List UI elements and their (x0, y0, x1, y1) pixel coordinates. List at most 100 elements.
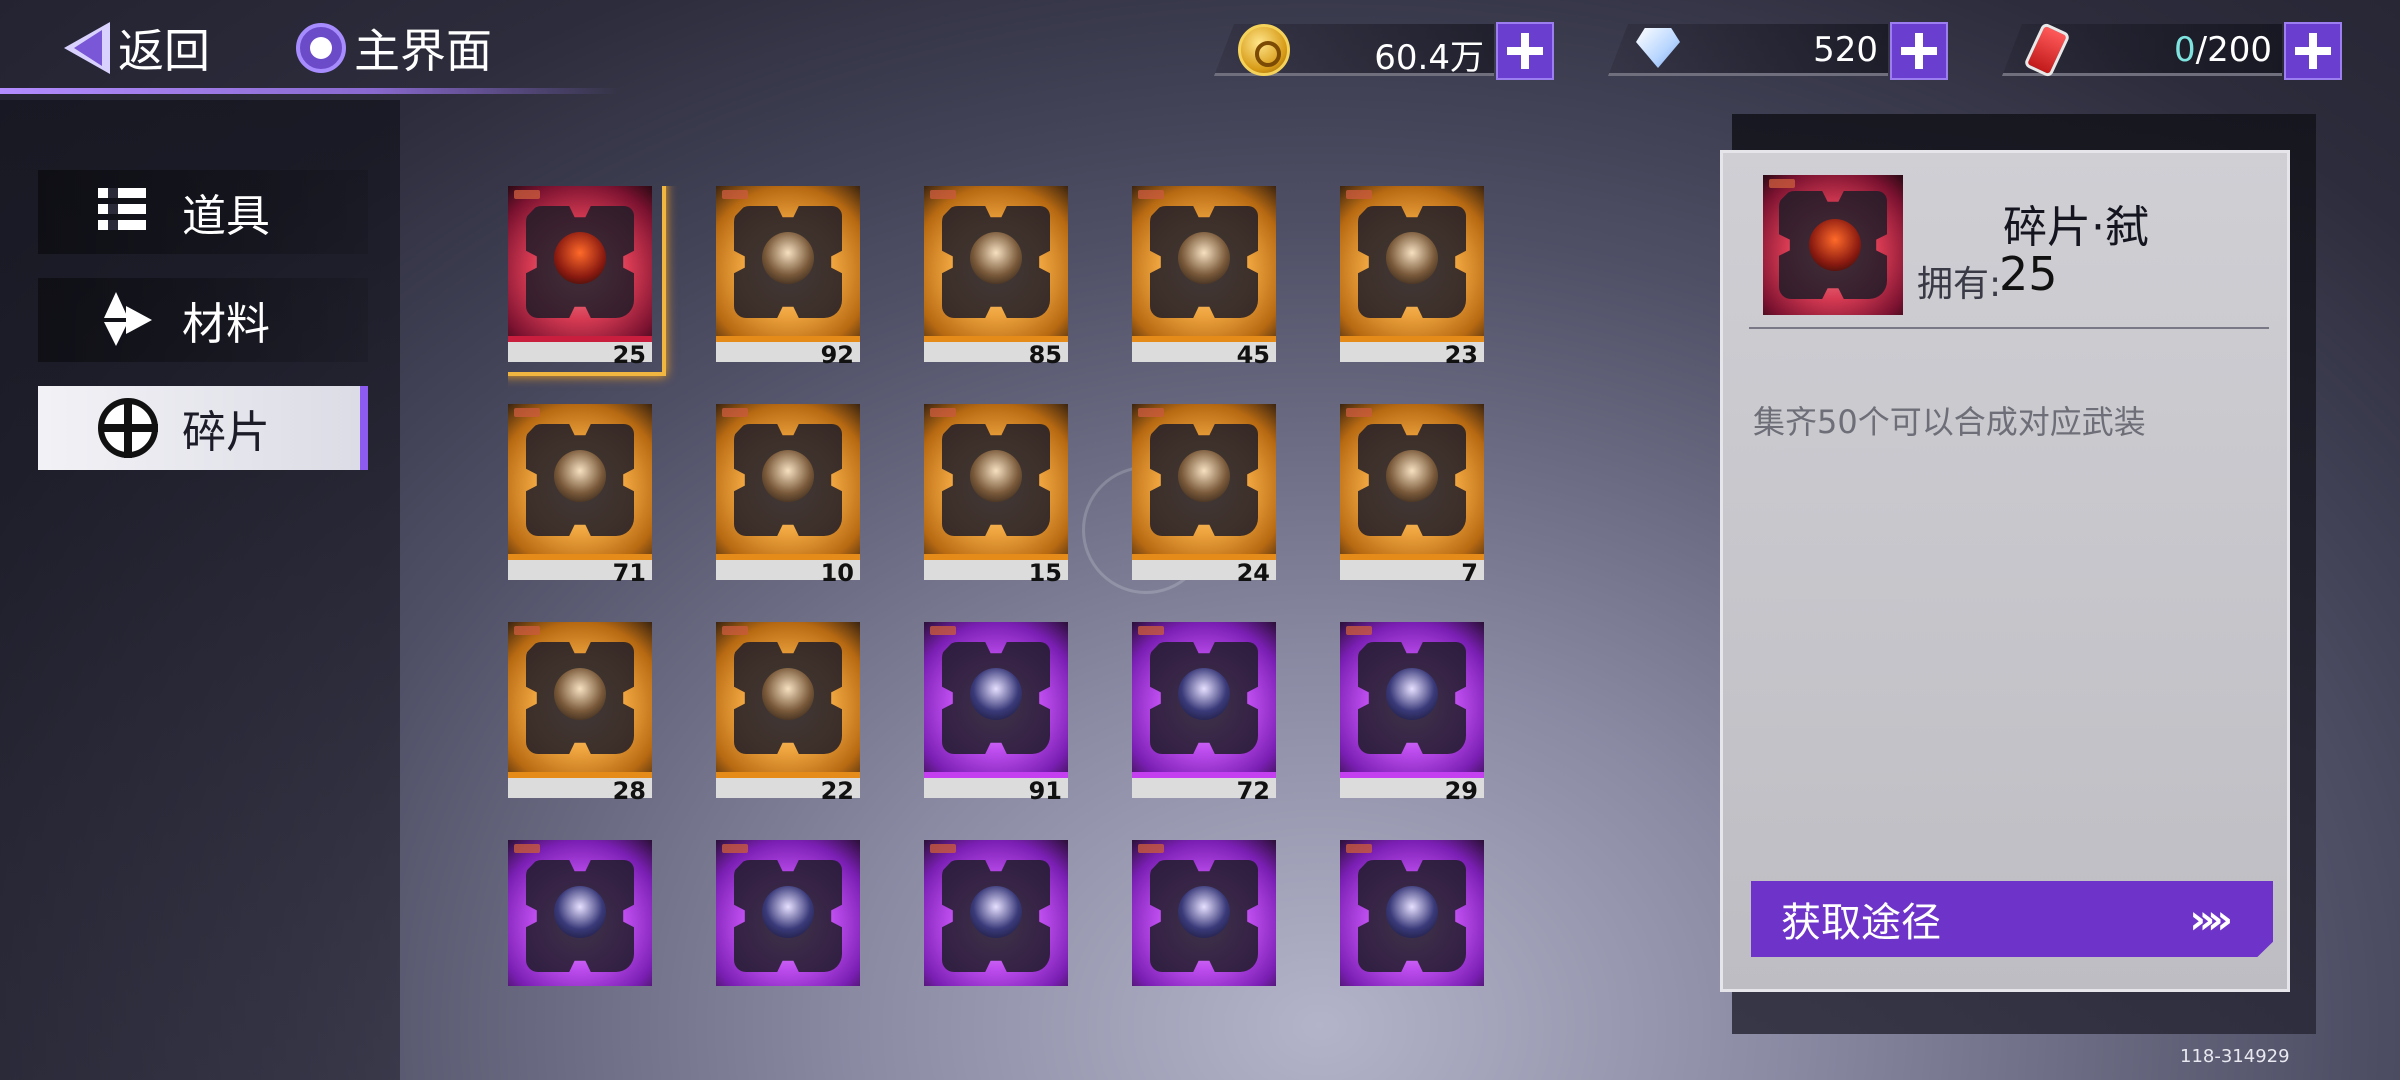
fragment-count: 10 (716, 554, 860, 586)
fragment-image (716, 840, 860, 986)
fragment-image (924, 622, 1068, 774)
fragment-image (924, 840, 1068, 986)
fragment-tag (722, 408, 748, 417)
fragment-tag (1138, 190, 1164, 199)
fragment-tag (514, 190, 540, 199)
character-portrait (762, 232, 814, 284)
fragment-image (924, 186, 1068, 338)
energy-max: /200 (2195, 30, 2272, 70)
back-arrow-icon (64, 22, 110, 74)
triple-chevron-right-icon: »» (2189, 897, 2233, 943)
back-button[interactable]: 返回 (64, 16, 210, 80)
fragment-count: 45 (1132, 336, 1276, 368)
fragment-tag (514, 844, 540, 853)
fragment-card[interactable]: 15 (924, 404, 1068, 586)
fragment-card[interactable]: 92 (716, 186, 860, 368)
fragment-card[interactable]: 45 (1132, 186, 1276, 368)
fragment-card[interactable] (924, 840, 1068, 986)
acquire-path-label: 获取途径 (1781, 900, 1941, 946)
owned-value: 25 (1999, 247, 2058, 301)
detail-title: 碎片·弑 (2003, 202, 2149, 253)
top-bar: 返回 主界面 60.4万 520 0/200 (0, 0, 2400, 100)
character-portrait (1386, 668, 1438, 720)
detail-description: 集齐50个可以合成对应武装 (1753, 403, 2146, 441)
fragment-card[interactable]: 22 (716, 622, 860, 804)
fragment-count: 29 (1340, 772, 1484, 804)
fragment-image (508, 840, 652, 986)
tab-items[interactable]: 道具 (38, 170, 368, 254)
fragment-count: 85 (924, 336, 1068, 368)
diamond-currency: 520 (1608, 18, 1948, 80)
fragment-image (508, 404, 652, 556)
fragment-image (1132, 186, 1276, 338)
fragment-tag (722, 844, 748, 853)
fragment-card[interactable] (716, 840, 860, 986)
fragment-card[interactable] (508, 840, 652, 986)
fragment-card[interactable] (1132, 840, 1276, 986)
fragment-card[interactable]: 10 (716, 404, 860, 586)
fragment-tag (514, 408, 540, 417)
detail-fragment-thumbnail (1763, 175, 1903, 315)
fragment-grid: 25 92 85 45 23 71 10 15 24 7 28 22 91 72 29 (508, 186, 1488, 986)
fragment-tag (930, 844, 956, 853)
fragment-count: 25 (508, 336, 652, 368)
character-portrait (1386, 450, 1438, 502)
fragment-card[interactable]: 25 (508, 186, 666, 376)
fragment-count: 15 (924, 554, 1068, 586)
fragment-image (1340, 840, 1484, 986)
fragment-tag (1346, 190, 1372, 199)
diamond-value: 520 (1813, 30, 1878, 70)
fragment-tag (930, 626, 956, 635)
character-portrait (554, 886, 606, 938)
character-portrait (1386, 232, 1438, 284)
fragment-card[interactable]: 91 (924, 622, 1068, 804)
detail-panel: 碎片·弑 拥有: 25 集齐50个可以合成对应武装 获取途径 »» (1720, 150, 2290, 992)
fragment-card[interactable]: 23 (1340, 186, 1484, 368)
fragment-image (1132, 840, 1276, 986)
fragment-card[interactable]: 24 (1132, 404, 1276, 586)
tab-materials[interactable]: 材料 (38, 278, 368, 362)
character-portrait (1178, 450, 1230, 502)
fragment-card[interactable]: 71 (508, 404, 652, 586)
home-icon (296, 23, 346, 73)
fragment-image (1132, 404, 1276, 556)
character-portrait (554, 450, 606, 502)
fragment-tag (1346, 626, 1372, 635)
tab-fragments[interactable]: 碎片 (38, 386, 368, 470)
acquire-path-button[interactable]: 获取途径 »» (1751, 881, 2273, 957)
gold-currency: 60.4万 (1214, 18, 1554, 80)
fragment-image (716, 622, 860, 774)
add-diamond-button[interactable] (1890, 22, 1948, 80)
character-portrait (1386, 886, 1438, 938)
tab-fragments-label: 碎片 (182, 407, 270, 458)
fragment-card[interactable]: 85 (924, 186, 1068, 368)
character-portrait (1178, 232, 1230, 284)
character-portrait (762, 668, 814, 720)
fragment-card[interactable] (1340, 840, 1484, 986)
fragment-card[interactable]: 28 (508, 622, 652, 804)
fragment-tag (1138, 626, 1164, 635)
character-portrait (970, 450, 1022, 502)
fragment-tag (930, 408, 956, 417)
fragment-image (924, 404, 1068, 556)
character-portrait (1178, 668, 1230, 720)
fragment-image (716, 404, 860, 556)
fragment-card[interactable]: 72 (1132, 622, 1276, 804)
fragment-card[interactable]: 7 (1340, 404, 1484, 586)
material-icon (98, 290, 158, 350)
fragment-tag (722, 626, 748, 635)
fragment-image (1132, 622, 1276, 774)
add-gold-button[interactable] (1496, 22, 1554, 80)
home-button[interactable]: 主界面 (296, 16, 492, 80)
fragment-image (508, 622, 652, 774)
character-portrait (970, 668, 1022, 720)
fragment-count: 24 (1132, 554, 1276, 586)
back-label: 返回 (118, 24, 210, 78)
fragment-card[interactable]: 29 (1340, 622, 1484, 804)
fragment-image (1340, 622, 1484, 774)
fragment-icon (98, 398, 158, 458)
add-energy-button[interactable] (2284, 22, 2342, 80)
gold-value: 60.4万 (1374, 38, 1484, 78)
fragment-image (1340, 404, 1484, 556)
list-icon (98, 182, 158, 242)
